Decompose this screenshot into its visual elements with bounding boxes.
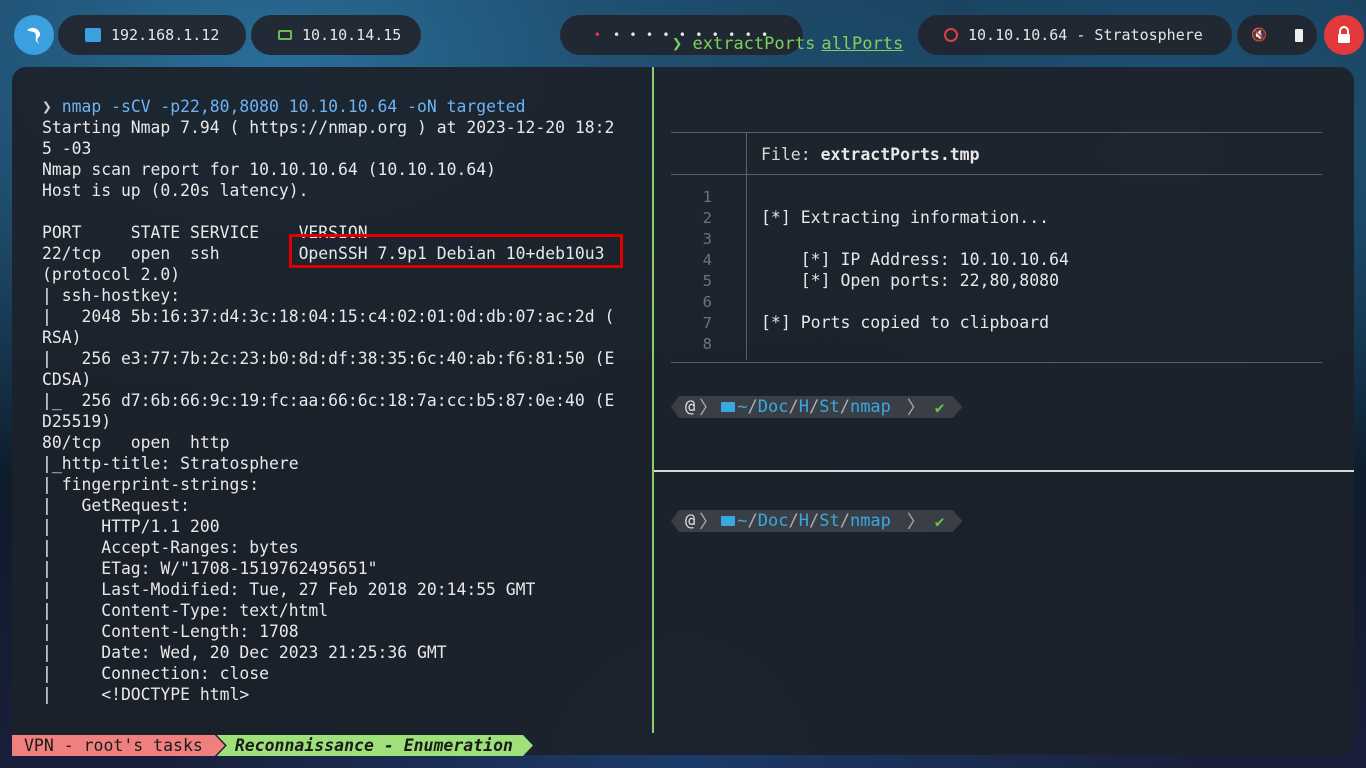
prompt-arrow: ❯ [42,97,52,116]
lock-button[interactable] [1324,15,1364,55]
window-name-segment[interactable]: Reconnaissance - Enumeration [217,735,533,756]
local-ip-label: 192.168.1.12 [111,26,220,44]
bat-file-content: [*] Extracting information... [*] IP Add… [761,208,1069,332]
extractports-argument: allPorts [821,34,904,54]
bat-top-rule [671,132,1322,133]
pane-divider-horizontal[interactable] [654,470,1354,472]
laptop-icon [278,30,292,40]
prompt-os-segment: @ 〉 ~/Doc/H/St/nmap [671,396,897,418]
extractports-command: extractPorts [692,34,816,54]
target-icon [944,28,958,42]
file-name: extractPorts.tmp [820,145,980,164]
lock-icon [1338,26,1350,43]
bat-gutter-line [746,133,747,360]
local-ip-indicator[interactable]: 192.168.1.12 [58,15,246,55]
network-icon [85,28,101,42]
debian-swirl-icon: @ [685,397,696,417]
file-label: File: [761,145,811,164]
prompt-top: @ 〉 ~/Doc/H/St/nmap 〉 ✔ [671,396,963,418]
left-terminal-pane[interactable]: ❯ nmap -sCV -p22,80,8080 10.10.10.64 -oN… [12,67,652,755]
prompt-bottom: @ 〉 ~/Doc/H/St/nmap 〉 ✔ [671,510,963,532]
prompt-arrow: ❯ [672,34,683,54]
chevron-right-icon: 〉 [906,512,925,533]
prompt-path: ~/Doc/H/St/nmap [737,397,891,417]
session-name-segment[interactable]: VPN - root's tasks [12,735,225,756]
launcher-button[interactable] [14,15,54,55]
prompt-status-segment: 〉 ✔ [897,510,963,532]
chevron-right-icon: 〉 [699,398,718,419]
vpn-ip-indicator[interactable]: 10.10.14.15 [251,15,421,55]
debian-swirl-icon: @ [685,511,696,531]
pane-divider-vertical[interactable] [652,67,654,733]
tmux-status-bar: VPN - root's tasks Reconnaissance - Enum… [12,735,533,756]
kali-dragon-icon [27,27,41,44]
nmap-output: Starting Nmap 7.94 ( https://nmap.org ) … [42,118,615,704]
vpn-ip-label: 10.10.14.15 [302,26,402,44]
bat-line-numbers: 1 2 3 4 5 6 7 8 [702,188,712,353]
bat-file-header: File: extractPorts.tmp [761,145,980,164]
target-indicator[interactable]: 10.10.10.64 - Stratosphere [918,15,1232,55]
system-tray[interactable]: 🔇 [1237,15,1317,55]
left-terminal-content: ❯ nmap -sCV -p22,80,8080 10.10.10.64 -oN… [42,96,614,705]
folder-icon [721,516,736,526]
battery-icon [1295,28,1304,42]
nmap-command: nmap -sCV -p22,80,8080 10.10.10.64 -oN t… [61,97,526,116]
extractports-command-line: ❯ extractPorts allPorts [672,34,903,54]
active-workspace-dot[interactable]: • [594,28,601,42]
folder-icon [721,402,736,412]
chevron-right-icon: 〉 [906,398,925,419]
check-icon: ✔ [934,397,945,417]
prompt-os-segment: @ 〉 ~/Doc/H/St/nmap [671,510,897,532]
bat-header-rule [671,174,1322,175]
prompt-status-segment: 〉 ✔ [897,396,963,418]
target-label: 10.10.10.64 - Stratosphere [968,26,1203,44]
prompt-path: ~/Doc/H/St/nmap [737,511,891,531]
bat-bottom-rule [671,362,1322,363]
chevron-right-icon: 〉 [699,512,718,533]
version-highlight-box [289,234,623,268]
check-icon: ✔ [934,511,945,531]
mute-icon[interactable]: 🔇 [1251,28,1267,43]
